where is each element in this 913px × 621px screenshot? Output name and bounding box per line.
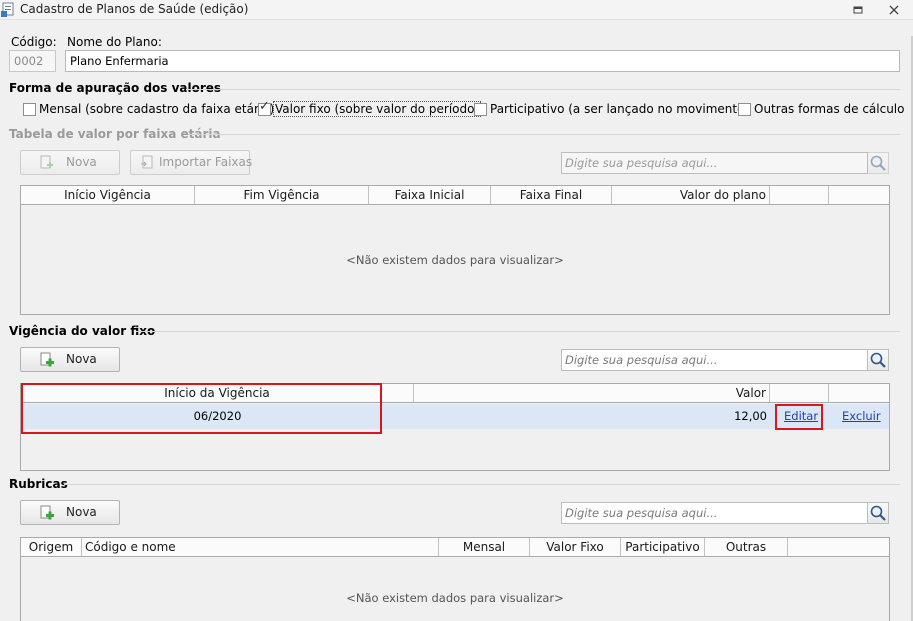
col-header[interactable]: Participativo bbox=[621, 538, 705, 556]
add-document-icon bbox=[40, 155, 54, 171]
col-header[interactable]: Outras bbox=[705, 538, 788, 556]
import-icon bbox=[140, 155, 154, 171]
col-header bbox=[829, 186, 889, 204]
col-header[interactable]: Origem bbox=[21, 538, 82, 556]
checkbox-valor-fixo[interactable]: ✓ Valor fixo (sobre valor do período) bbox=[258, 99, 482, 118]
magnifier-icon bbox=[870, 155, 886, 171]
col-header[interactable]: Mensal bbox=[439, 538, 530, 556]
col-header[interactable]: Valor Fixo bbox=[530, 538, 621, 556]
col-header[interactable]: Valor bbox=[414, 384, 770, 402]
col-header[interactable]: Código e nome bbox=[82, 538, 439, 556]
codigo-field: 0002 bbox=[9, 50, 56, 72]
col-header bbox=[770, 384, 829, 402]
codigo-label: Código: bbox=[11, 35, 57, 49]
checkbox-valor-fixo-label: Valor fixo (sobre valor do período) bbox=[273, 101, 482, 117]
excluir-link[interactable]: Excluir bbox=[842, 404, 881, 429]
rubricas-search-button[interactable] bbox=[867, 502, 889, 524]
cell-valor: 12,00 bbox=[734, 409, 767, 423]
magnifier-icon bbox=[870, 352, 886, 368]
importar-faixas-label: Importar Faixas bbox=[159, 155, 253, 169]
importar-faixas-button[interactable]: Importar Faixas bbox=[130, 150, 253, 175]
checkbox-participativo-label: Participativo (a ser lançado no moviment… bbox=[490, 102, 750, 116]
grid-header: Início Vigência Fim Vigência Faixa Inici… bbox=[21, 186, 889, 205]
checkbox-outras[interactable]: Outras formas de cálculo bbox=[738, 102, 905, 118]
col-header bbox=[381, 384, 414, 402]
checkbox-participativo[interactable]: Participativo (a ser lançado no moviment… bbox=[474, 102, 749, 118]
col-header bbox=[829, 384, 889, 402]
check-icon: ✓ bbox=[259, 99, 270, 114]
vigencia-title: Vigência do valor fixo bbox=[9, 324, 156, 338]
rubricas-nova-button[interactable]: Nova bbox=[20, 500, 120, 525]
col-header bbox=[770, 186, 829, 204]
rubricas-search-input[interactable]: Digite sua pesquisa aqui... bbox=[561, 502, 868, 524]
rubricas-grid[interactable]: Origem Código e nome Mensal Valor Fixo P… bbox=[20, 537, 890, 621]
window-icon bbox=[1, 2, 15, 17]
vigencia-search-input[interactable]: Digite sua pesquisa aqui... bbox=[561, 349, 868, 371]
vigencia-nova-button[interactable]: Nova bbox=[20, 347, 120, 372]
window-title: Cadastro de Planos de Saúde (edição) bbox=[20, 2, 249, 16]
vigencia-search-button[interactable] bbox=[867, 349, 889, 371]
col-header[interactable]: Faixa Inicial bbox=[369, 186, 491, 204]
grid-header: Origem Código e nome Mensal Valor Fixo P… bbox=[21, 538, 889, 557]
col-header[interactable]: Faixa Final bbox=[491, 186, 612, 204]
close-button[interactable] bbox=[885, 2, 903, 18]
restore-button[interactable] bbox=[849, 2, 867, 18]
nome-field[interactable]: Plano Enfermaria bbox=[65, 50, 900, 72]
col-header[interactable]: Valor do plano bbox=[612, 186, 770, 204]
checkbox-box[interactable]: ✓ bbox=[258, 99, 271, 116]
divider bbox=[186, 89, 900, 90]
divider bbox=[64, 484, 900, 485]
checkbox-mensal[interactable]: Mensal (sobre cadastro da faixa etária) bbox=[23, 102, 274, 118]
checkbox-box[interactable] bbox=[474, 103, 487, 116]
col-header[interactable]: Fim Vigência bbox=[195, 186, 369, 204]
forma-apuracao-title: Forma de apuração dos valores bbox=[9, 81, 222, 95]
tabela-search-input[interactable]: Digite sua pesquisa aqui... bbox=[561, 152, 868, 174]
highlight-box-inicio bbox=[21, 383, 382, 434]
checkbox-mensal-label: Mensal (sobre cadastro da faixa etária) bbox=[39, 102, 275, 116]
add-document-icon bbox=[40, 352, 54, 368]
tabela-nova-button[interactable]: Nova bbox=[20, 150, 120, 175]
empty-message: <Não existem dados para visualizar> bbox=[346, 591, 564, 605]
col-header[interactable]: Início Vigência bbox=[21, 186, 195, 204]
col-header bbox=[788, 538, 889, 556]
checkbox-box[interactable] bbox=[738, 103, 751, 116]
rubricas-title: Rubricas bbox=[9, 477, 68, 491]
checkbox-box[interactable] bbox=[23, 103, 36, 116]
highlight-box-editar bbox=[775, 404, 823, 430]
magnifier-icon bbox=[870, 505, 886, 521]
tabela-faixa-grid[interactable]: Início Vigência Fim Vigência Faixa Inici… bbox=[20, 185, 890, 315]
divider bbox=[188, 134, 900, 135]
checkbox-outras-label: Outras formas de cálculo bbox=[754, 102, 905, 116]
nome-label: Nome do Plano: bbox=[67, 35, 162, 49]
rubricas-nova-label: Nova bbox=[66, 505, 97, 519]
divider bbox=[136, 331, 900, 332]
empty-message: <Não existem dados para visualizar> bbox=[346, 253, 564, 267]
vigencia-nova-label: Nova bbox=[66, 352, 97, 366]
tabela-nova-label: Nova bbox=[66, 155, 97, 169]
tabela-search-button[interactable] bbox=[867, 152, 889, 174]
add-document-icon bbox=[40, 505, 54, 521]
